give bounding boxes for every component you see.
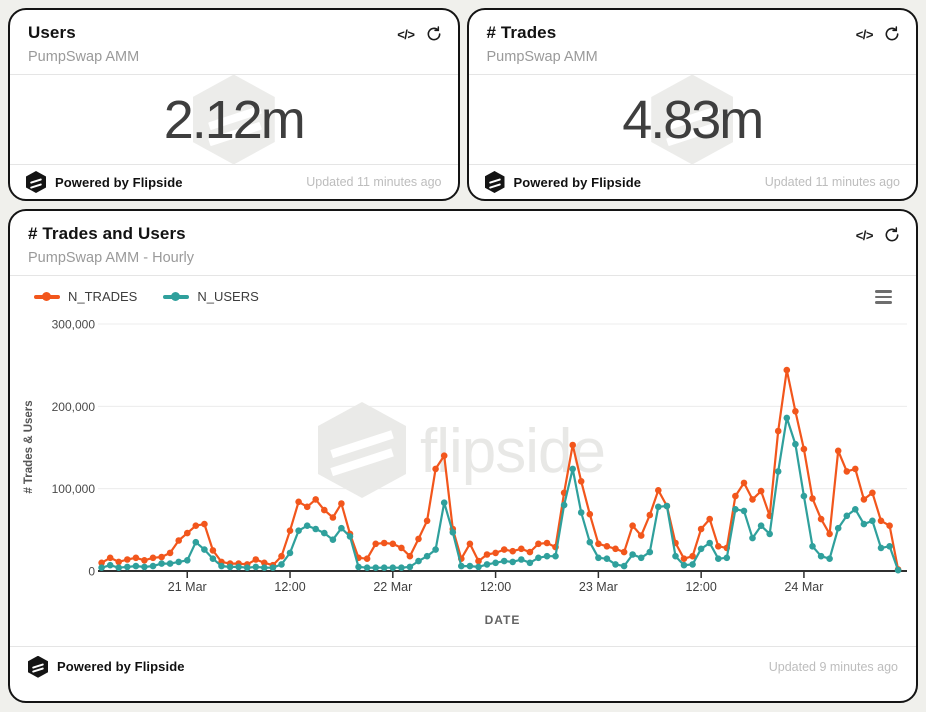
- trades-card-title: # Trades: [487, 23, 598, 43]
- flipside-watermark: flipside: [318, 402, 605, 498]
- trades-value-panel: 4.83m: [469, 75, 917, 164]
- users-card-title: Users: [28, 23, 139, 43]
- chart-card-subtitle: PumpSwap AMM - Hourly: [28, 250, 194, 266]
- svg-text:21 Mar: 21 Mar: [168, 580, 207, 594]
- users-value: 2.12m: [164, 89, 304, 151]
- refresh-icon[interactable]: [426, 26, 442, 42]
- trades-value: 4.83m: [622, 89, 762, 151]
- updated-timestamp: Updated 9 minutes ago: [769, 660, 898, 674]
- trades-card-footer: Powered by Flipside Updated 11 minutes a…: [469, 165, 917, 199]
- trades-card: # Trades PumpSwap AMM </> 4.83m Powered …: [467, 8, 919, 201]
- svg-text:24 Mar: 24 Mar: [784, 580, 823, 594]
- updated-timestamp: Updated 11 minutes ago: [765, 175, 900, 189]
- chart-legend: N_TRADES N_USERS: [34, 289, 259, 304]
- code-icon[interactable]: </>: [397, 27, 414, 42]
- chart-card-footer: Powered by Flipside Updated 9 minutes ag…: [10, 647, 916, 687]
- top-cards-row: Users PumpSwap AMM </> 2.12m Powered by …: [8, 8, 918, 201]
- code-icon[interactable]: </>: [856, 228, 873, 243]
- svg-text:flipside: flipside: [420, 417, 605, 486]
- svg-text:12:00: 12:00: [686, 580, 717, 594]
- legend-label: N_TRADES: [68, 289, 137, 304]
- svg-text:12:00: 12:00: [480, 580, 511, 594]
- powered-by-label[interactable]: Powered by Flipside: [55, 175, 183, 190]
- legend-label: N_USERS: [197, 289, 258, 304]
- trades-card-subtitle: PumpSwap AMM: [487, 49, 598, 65]
- svg-text:22 Mar: 22 Mar: [373, 580, 412, 594]
- svg-text:DATE: DATE: [485, 613, 521, 627]
- powered-by-label[interactable]: Powered by Flipside: [514, 175, 642, 190]
- svg-text:23 Mar: 23 Mar: [579, 580, 618, 594]
- chart-area: 0 100,000 200,000 300,000 flipside 21 Mar 12:0…: [10, 314, 916, 636]
- legend-marker-icon: [163, 292, 189, 301]
- chart-card-title: # Trades and Users: [28, 224, 194, 244]
- flipside-logo-icon: [28, 656, 48, 678]
- svg-text:100,000: 100,000: [52, 482, 96, 496]
- users-card-footer: Powered by Flipside Updated 11 minutes a…: [10, 165, 458, 199]
- legend-marker-icon: [34, 292, 60, 301]
- users-card: Users PumpSwap AMM </> 2.12m Powered by …: [8, 8, 460, 201]
- chart-card-header: # Trades and Users PumpSwap AMM - Hourly…: [10, 211, 916, 275]
- line-chart-canvas: 0 100,000 200,000 300,000 flipside 21 Mar 12:0…: [10, 314, 916, 636]
- legend-item[interactable]: N_TRADES: [34, 289, 137, 304]
- trades-users-chart-card: # Trades and Users PumpSwap AMM - Hourly…: [8, 209, 918, 703]
- legend-item[interactable]: N_USERS: [163, 289, 258, 304]
- chart-legend-row: N_TRADES N_USERS: [10, 276, 916, 314]
- users-card-subtitle: PumpSwap AMM: [28, 49, 139, 65]
- code-icon[interactable]: </>: [856, 27, 873, 42]
- flipside-logo-icon: [26, 171, 46, 193]
- refresh-icon[interactable]: [884, 26, 900, 42]
- svg-text:# Trades & Users: # Trades & Users: [23, 400, 35, 493]
- updated-timestamp: Updated 11 minutes ago: [306, 175, 441, 189]
- menu-icon[interactable]: [873, 288, 894, 306]
- users-value-panel: 2.12m: [10, 75, 458, 164]
- powered-by-label[interactable]: Powered by Flipside: [57, 659, 185, 674]
- svg-text:0: 0: [88, 564, 95, 578]
- svg-text:200,000: 200,000: [52, 400, 96, 414]
- svg-text:300,000: 300,000: [52, 317, 96, 331]
- trades-card-header: # Trades PumpSwap AMM </>: [469, 10, 917, 74]
- refresh-icon[interactable]: [884, 227, 900, 243]
- flipside-logo-icon: [485, 171, 505, 193]
- users-card-header: Users PumpSwap AMM </>: [10, 10, 458, 74]
- svg-text:12:00: 12:00: [274, 580, 305, 594]
